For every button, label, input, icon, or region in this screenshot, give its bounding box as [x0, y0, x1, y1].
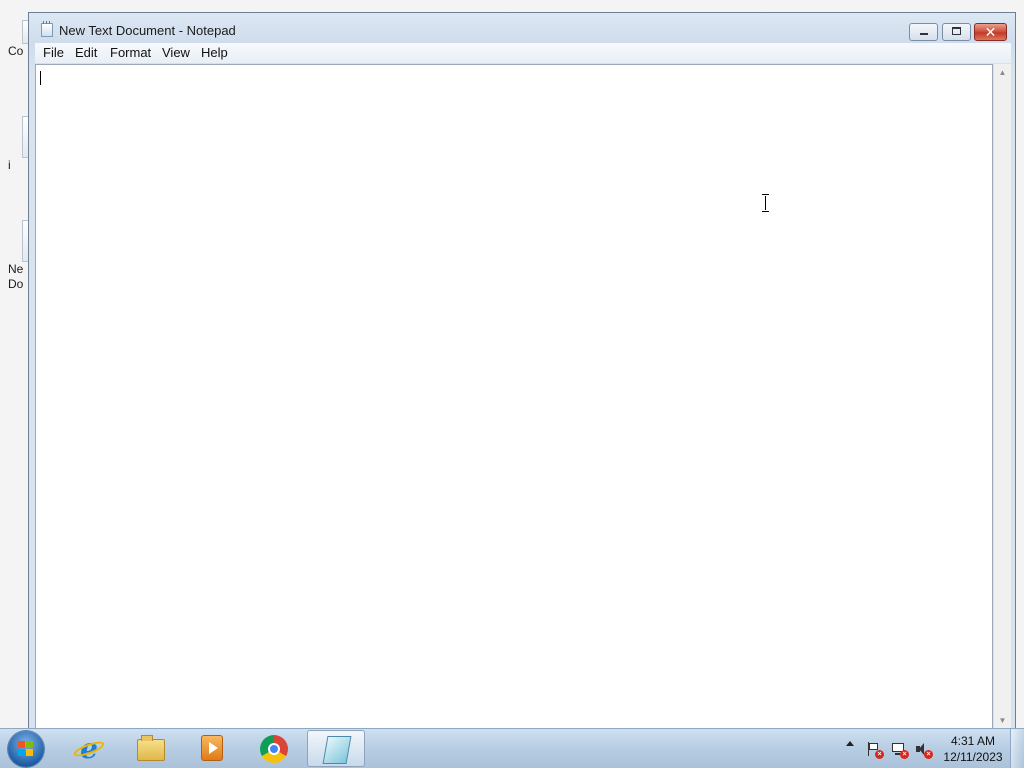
- title-bar[interactable]: New Text Document - Notepad ✕: [29, 13, 1015, 43]
- folder-icon: [137, 735, 165, 761]
- menu-view[interactable]: View: [158, 45, 194, 61]
- minimize-button[interactable]: [909, 23, 938, 41]
- maximize-button[interactable]: [942, 23, 971, 41]
- system-clock[interactable]: 4:31 AM 12/11/2023: [940, 733, 1006, 765]
- notepad-icon: [41, 21, 53, 37]
- taskbar-app-notepad[interactable]: [307, 730, 365, 767]
- taskbar: e × × × 4:31 AM 12/11/2023: [0, 728, 1024, 768]
- taskbar-app-chrome[interactable]: [245, 730, 303, 767]
- notepad-icon: [322, 736, 352, 764]
- taskbar-app-internet-explorer[interactable]: e: [60, 730, 118, 767]
- ibeam-cursor-icon: [762, 194, 770, 212]
- internet-explorer-icon: e: [75, 735, 103, 763]
- notepad-window: New Text Document - Notepad ✕ File Edit …: [28, 12, 1016, 729]
- chrome-icon: [260, 735, 288, 763]
- desktop-icon-computer[interactable]: Co: [8, 20, 28, 59]
- desktop-icon-label: i: [8, 158, 11, 172]
- minimize-icon: [920, 33, 928, 35]
- scroll-up-arrow-icon[interactable]: ▲: [994, 64, 1011, 81]
- window-title: New Text Document - Notepad: [59, 23, 236, 38]
- desktop-icon-new-document[interactable]: Ne Do: [8, 220, 28, 292]
- clock-time: 4:31 AM: [950, 734, 996, 748]
- text-editor[interactable]: [35, 64, 993, 729]
- desktop-icon-label: Co: [8, 44, 24, 58]
- menu-format[interactable]: Format: [106, 45, 155, 61]
- taskbar-app-windows-explorer[interactable]: [122, 730, 180, 767]
- action-center-flag-icon[interactable]: ×: [866, 741, 884, 759]
- windows-logo-icon: [18, 741, 34, 757]
- scroll-down-arrow-icon[interactable]: ▼: [994, 712, 1011, 729]
- restore-icon: [952, 27, 961, 35]
- volume-muted-icon[interactable]: ×: [915, 741, 933, 759]
- start-button[interactable]: [8, 731, 44, 767]
- desktop-icon-file[interactable]: i: [8, 116, 28, 173]
- close-icon: ✕: [984, 24, 997, 40]
- show-hidden-icons-arrow-icon[interactable]: [846, 741, 854, 746]
- menu-bar: File Edit Format View Help: [35, 43, 1011, 64]
- desktop-icon-label: Ne: [8, 262, 24, 276]
- vertical-scrollbar[interactable]: ▲ ▼: [993, 64, 1011, 729]
- clock-date: 12/11/2023: [943, 750, 1003, 764]
- menu-file[interactable]: File: [39, 45, 68, 61]
- close-button[interactable]: ✕: [974, 23, 1007, 41]
- desktop-icon-label-line2: Do: [8, 277, 24, 291]
- media-player-icon: [201, 735, 223, 761]
- menu-help[interactable]: Help: [197, 45, 232, 61]
- menu-edit[interactable]: Edit: [71, 45, 101, 61]
- text-caret: [40, 71, 41, 85]
- taskbar-app-media-player[interactable]: [183, 730, 241, 767]
- show-desktop-button[interactable]: [1010, 729, 1024, 768]
- network-icon[interactable]: ×: [891, 741, 909, 759]
